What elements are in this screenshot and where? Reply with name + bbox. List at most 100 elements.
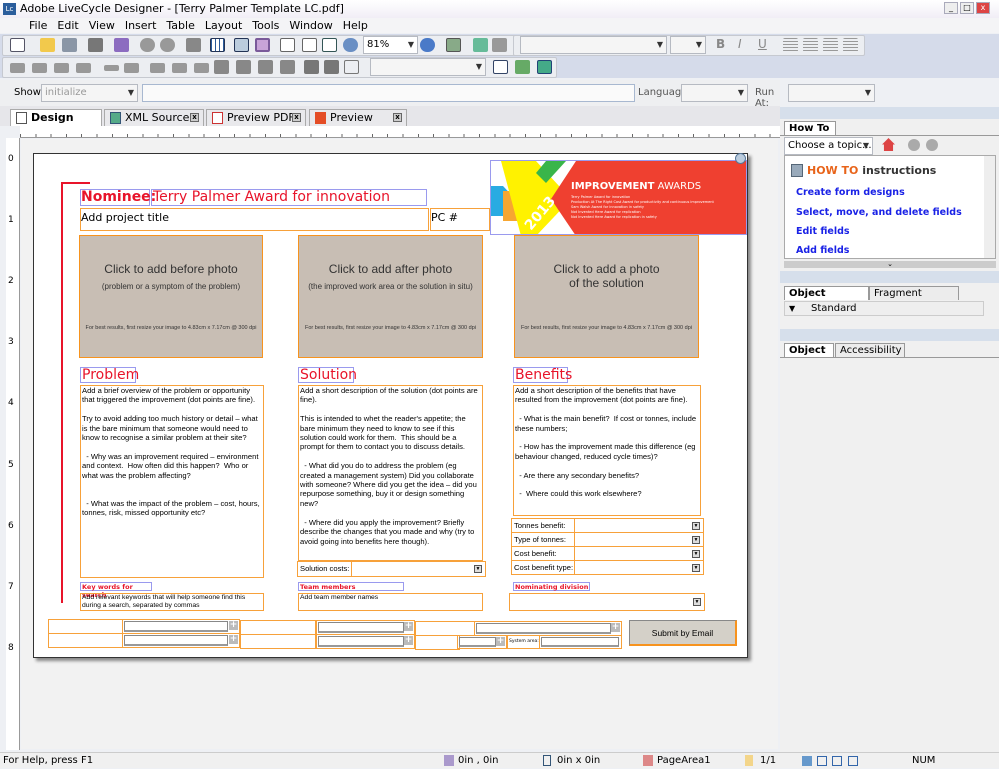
italic-button[interactable]: I: [738, 37, 742, 51]
team-members-field[interactable]: Add team member names: [298, 593, 483, 611]
show-event-select[interactable]: initialize ▼: [41, 84, 138, 102]
split-icon[interactable]: [280, 60, 295, 74]
page-icon[interactable]: [280, 38, 295, 52]
date-field[interactable]: +: [316, 634, 415, 649]
menu-file[interactable]: File: [24, 18, 52, 33]
spell-check-icon[interactable]: [473, 38, 488, 52]
forward-icon[interactable]: [926, 139, 938, 151]
home-icon[interactable]: [882, 138, 895, 151]
date-field[interactable]: +: [474, 621, 622, 636]
new-icon[interactable]: [10, 38, 25, 52]
menu-tools[interactable]: Tools: [247, 18, 284, 33]
grid-icon[interactable]: [210, 38, 225, 52]
back-icon[interactable]: [908, 139, 920, 151]
insert-page-icon[interactable]: [515, 60, 530, 74]
new-page-icon[interactable]: [493, 60, 508, 74]
tonnes-benefit-field[interactable]: Tonnes benefit: ▼: [511, 518, 704, 533]
underline-button[interactable]: U: [758, 37, 767, 51]
zoom-select[interactable]: 81% ▼: [363, 36, 418, 54]
insert-table-icon[interactable]: [537, 60, 552, 74]
close-tab-icon[interactable]: x: [292, 113, 301, 122]
justify-icon[interactable]: [843, 38, 858, 52]
system-area-select[interactable]: [539, 635, 622, 649]
undo-icon[interactable]: [140, 38, 155, 52]
tab-fragment-library[interactable]: Fragment Library: [869, 286, 959, 312]
tab-preview-pdf[interactable]: Preview PDF x: [206, 109, 306, 126]
link-create-form-designs[interactable]: Create form designs: [796, 187, 905, 198]
menu-help[interactable]: Help: [338, 18, 373, 33]
link-select-move-delete[interactable]: Select, move, and delete fields: [796, 207, 962, 218]
font-size-select[interactable]: ▼: [670, 36, 706, 54]
make-same-height-icon[interactable]: [324, 60, 339, 74]
benefits-text-field[interactable]: Add a short description of the benefits …: [513, 385, 701, 516]
keywords-field[interactable]: Add relevant keywords that will help som…: [80, 593, 264, 611]
align-left-edges-icon[interactable]: [10, 63, 25, 73]
minimize-button[interactable]: _: [944, 2, 958, 14]
date-field[interactable]: +: [122, 619, 240, 634]
align-right-edges-icon[interactable]: [32, 63, 47, 73]
language-select[interactable]: ▼: [681, 84, 748, 102]
library-group-standard[interactable]: ▼ Standard: [784, 301, 984, 316]
before-photo-field[interactable]: Click to add before photo (problem or a s…: [79, 235, 263, 358]
date-field[interactable]: +: [316, 620, 415, 635]
merge-icon[interactable]: [258, 60, 273, 74]
find-icon[interactable]: [186, 38, 201, 52]
align-vertical-center-icon[interactable]: [104, 65, 119, 71]
distribute-horizontal-icon[interactable]: [150, 63, 165, 73]
close-tab-icon[interactable]: x: [393, 113, 402, 122]
pc-number-field[interactable]: PC #: [430, 208, 490, 231]
solution-costs-field[interactable]: Solution costs: ▼: [297, 561, 486, 577]
tab-object[interactable]: Object x: [784, 343, 834, 369]
preview-icon[interactable]: [114, 38, 129, 52]
cost-benefit-type-field[interactable]: Cost benefit type: ▼: [511, 560, 704, 575]
maximize-button[interactable]: □: [960, 2, 974, 14]
open-icon[interactable]: [40, 38, 55, 52]
nominee-award-field[interactable]: Terry Palmer Award for innovation: [151, 189, 427, 206]
menu-view[interactable]: View: [84, 18, 120, 33]
align-left-icon[interactable]: [783, 38, 798, 52]
menu-window[interactable]: Window: [284, 18, 337, 33]
info-icon[interactable]: [735, 153, 746, 164]
menu-layout[interactable]: Layout: [200, 18, 247, 33]
menu-insert[interactable]: Insert: [120, 18, 162, 33]
cost-benefit-field[interactable]: Cost benefit: ▼: [511, 546, 704, 561]
link-add-fields[interactable]: Add fields: [796, 245, 849, 256]
type-of-tonnes-field[interactable]: Type of tonnes: ▼: [511, 532, 704, 547]
object-boundaries-icon[interactable]: [255, 38, 270, 52]
nominating-division-select[interactable]: ▼: [509, 593, 705, 611]
align-center-icon[interactable]: [803, 38, 818, 52]
align-horizontal-center-icon[interactable]: [124, 63, 139, 73]
topic-select[interactable]: Choose a topic... ▼: [784, 137, 873, 155]
ungroup-icon[interactable]: [236, 60, 251, 74]
redo-icon[interactable]: [160, 38, 175, 52]
tab-accessibility[interactable]: Accessibility: [835, 343, 905, 357]
group-icon[interactable]: [214, 60, 229, 74]
hidden-field[interactable]: [415, 635, 460, 650]
tab-xml-source[interactable]: XML Source x: [104, 109, 204, 126]
date-field[interactable]: +: [122, 633, 240, 648]
align-right-icon[interactable]: [823, 38, 838, 52]
help-icon[interactable]: [446, 38, 461, 52]
tab-object-library[interactable]: Object Library x: [784, 286, 869, 312]
solution-text-field[interactable]: Add a short description of the solution …: [298, 385, 483, 561]
script-input[interactable]: [142, 84, 635, 102]
snap-grid-icon[interactable]: [234, 38, 249, 52]
bold-button[interactable]: B: [716, 37, 725, 51]
hidden-field[interactable]: [240, 634, 316, 649]
zoom-out-icon[interactable]: [343, 38, 358, 52]
menu-edit[interactable]: Edit: [52, 18, 83, 33]
solution-photo-field[interactable]: Click to add a photo of the solution For …: [514, 235, 699, 358]
hidden-field[interactable]: [240, 620, 316, 635]
fit-height-icon[interactable]: [302, 38, 317, 52]
close-tab-icon[interactable]: x: [190, 113, 199, 122]
distribute-grid-icon[interactable]: [194, 63, 209, 73]
scrollbar[interactable]: [984, 156, 995, 258]
align-bottom-icon[interactable]: [76, 63, 91, 73]
tab-order-icon[interactable]: [344, 60, 359, 74]
project-title-field[interactable]: Add project title: [80, 208, 429, 231]
expand-icon[interactable]: ⌄: [784, 261, 996, 268]
object-select[interactable]: ▼: [370, 58, 486, 76]
align-top-icon[interactable]: [54, 63, 69, 73]
close-button[interactable]: x: [976, 2, 990, 14]
tab-preview-html[interactable]: Preview HTMLx: [309, 109, 407, 139]
